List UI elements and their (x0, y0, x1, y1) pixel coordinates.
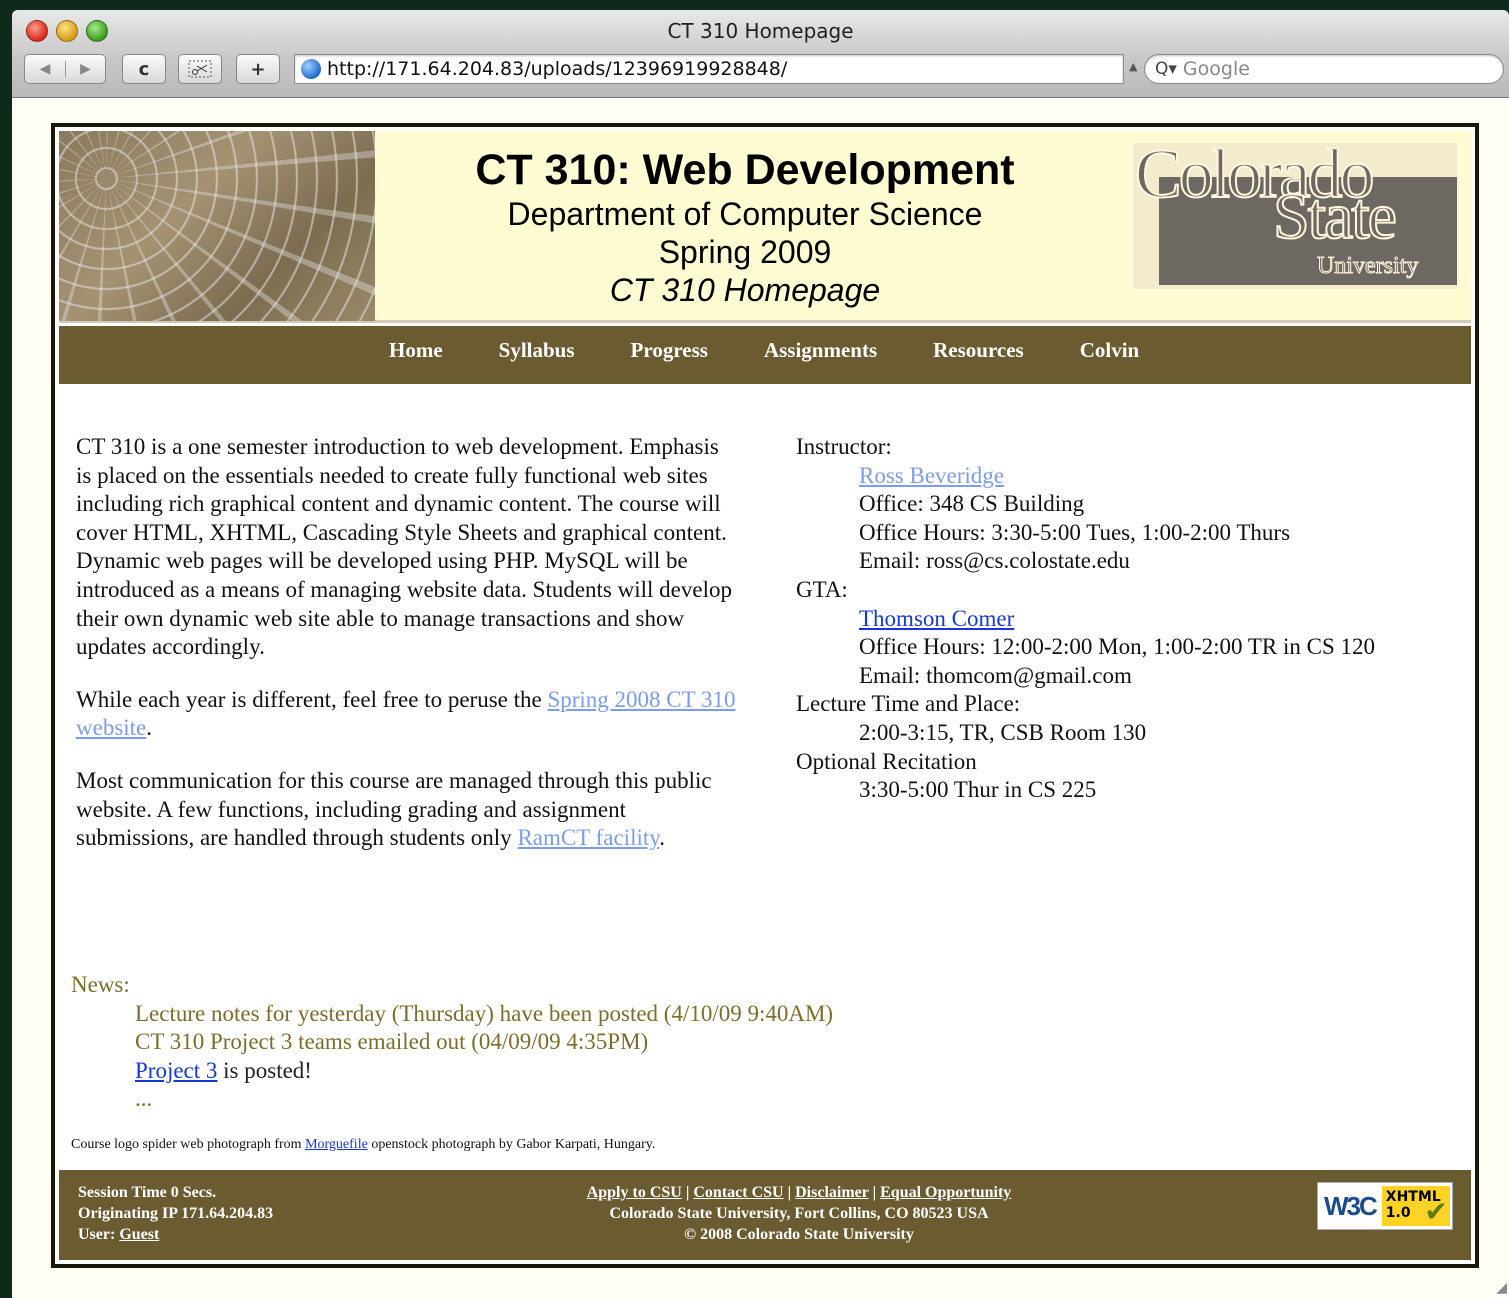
footer-links: Apply to CSU | Contact CSU | Disclaimer … (489, 1182, 1109, 1245)
credit-text: Course logo spider web photograph from (71, 1137, 306, 1152)
ramct-paragraph: Most communication for this course are m… (76, 767, 736, 853)
add-bookmark-button[interactable]: + (236, 54, 280, 84)
credit-text-after: openstock photograph by Gabor Karpati, H… (367, 1137, 656, 1152)
nav-home[interactable]: Home (389, 338, 443, 363)
instructor-link[interactable]: Ross Beveridge (859, 463, 1004, 488)
logo-state: State (1272, 179, 1398, 254)
forward-button[interactable]: ▶ (65, 61, 105, 77)
header-text: CT 310: Web Development Department of Co… (375, 145, 1115, 309)
gta-hours: Office Hours: 12:00-2:00 Mon, 1:00-2:00 … (859, 634, 1376, 660)
xhtml-validation-badge[interactable]: W3C XHTML 1.0 ✔ (1317, 1182, 1453, 1230)
globe-icon (301, 59, 321, 79)
instructor-email: Email: ross@cs.colostate.edu (859, 548, 1130, 574)
morguefile-link[interactable]: Morguefile (305, 1137, 368, 1152)
news-item: CT 310 Project 3 teams emailed out (04/0… (135, 1029, 649, 1055)
news-section: News: Lecture notes for yesterday (Thurs… (71, 971, 833, 1114)
nav-assignments[interactable]: Assignments (764, 338, 877, 363)
intro-paragraph: CT 310 is a one semester introduction to… (76, 434, 732, 660)
spider-web-photo (59, 131, 375, 321)
browser-toolbar: ◀ ▶ c + http://171.64.204.83/uploads/123… (12, 54, 1509, 88)
period: . (146, 715, 153, 741)
checkmark-icon: ✔ (1424, 1195, 1448, 1228)
search-icon: Q▾ (1155, 59, 1177, 79)
project-3-link[interactable]: Project 3 (135, 1058, 217, 1083)
instructor-office: Office: 348 CS Building (859, 491, 1085, 517)
period: . (659, 825, 665, 851)
gta-email: Email: thomcom@gmail.com (859, 662, 1132, 688)
previous-site-paragraph: While each year is different, feel free … (76, 686, 736, 743)
search-placeholder: Google (1182, 58, 1250, 80)
page-frame: CT 310: Web Development Department of Co… (51, 123, 1479, 1268)
term-label: Spring 2009 (658, 234, 832, 270)
footer-link-row: Apply to CSU | Contact CSU | Disclaimer … (489, 1182, 1109, 1203)
footer-address: Colorado State University, Fort Collins,… (609, 1205, 989, 1222)
user-line: User: Guest (78, 1224, 273, 1245)
instructor-label: Instructor: (796, 434, 892, 459)
browser-window: CT 310 Homepage ◀ ▶ c + http://171.64.20… (12, 10, 1509, 1298)
department-name: Department of Computer Science (507, 196, 983, 232)
news-more: ... (135, 1086, 153, 1112)
address-bar[interactable]: http://171.64.204.83/uploads/12396919928… (294, 54, 1124, 84)
previous-site-text: While each year is different, feel free … (76, 686, 548, 712)
nav-syllabus[interactable]: Syllabus (499, 338, 575, 363)
window-title: CT 310 Homepage (667, 19, 854, 43)
session-info: Session Time 0 Secs. Originating IP 171.… (78, 1182, 273, 1245)
site-title: CT 310: Web Development (475, 146, 1015, 194)
apply-link[interactable]: Apply to CSU (587, 1184, 682, 1201)
footer-copyright: © 2008 Colorado State University (684, 1226, 914, 1243)
contact-link[interactable]: Contact CSU (693, 1184, 783, 1201)
page-inner: CT 310: Web Development Department of Co… (59, 131, 1471, 1260)
news-label: News: (71, 972, 130, 997)
browser-titlebar: CT 310 Homepage ◀ ▶ c + http://171.64.20… (12, 10, 1509, 98)
news-item: Project 3 is posted! (71, 1057, 833, 1086)
chevron-up-icon[interactable]: ▲ (1129, 60, 1137, 73)
separator: | (681, 1184, 694, 1201)
nav-resources[interactable]: Resources (933, 338, 1024, 363)
w3c-logo: W3C (1324, 1190, 1378, 1221)
lecture-label: Lecture Time and Place: (796, 691, 1021, 717)
gta-label: GTA: (796, 576, 848, 602)
equal-opportunity-link[interactable]: Equal Opportunity (880, 1184, 1011, 1201)
recitation-value: 3:30-5:00 Thur in CS 225 (859, 777, 1097, 803)
news-item: Lecture notes for yesterday (Thursday) h… (135, 1000, 834, 1026)
originating-ip: Originating IP 171.64.204.83 (78, 1205, 274, 1222)
staff-info: Instructor: Ross Beveridge Office: 348 C… (796, 433, 1436, 805)
separator: | (783, 1184, 796, 1201)
news-item-text: is posted! (217, 1057, 312, 1083)
page-name: CT 310 Homepage (609, 272, 881, 308)
site-footer: Session Time 0 Secs. Originating IP 171.… (59, 1170, 1471, 1260)
snippet-button[interactable] (178, 54, 222, 84)
csu-logo[interactable]: Colorado State University (1133, 135, 1457, 289)
logo-university: University (1316, 253, 1419, 280)
user-label: User: (78, 1226, 120, 1243)
xhtml-label: XHTML 1.0 ✔ (1381, 1186, 1450, 1228)
reload-button[interactable]: c (122, 54, 166, 84)
resize-grip-icon[interactable]: ◢ (1496, 1280, 1507, 1296)
photo-credit: Course logo spider web photograph from M… (71, 1137, 655, 1153)
recitation-label: Optional Recitation (796, 748, 977, 774)
url-text: http://171.64.204.83/uploads/12396919928… (327, 58, 788, 80)
back-forward-buttons: ◀ ▶ (24, 54, 106, 84)
back-button[interactable]: ◀ (25, 61, 65, 77)
instructor-hours: Office Hours: 3:30-5:00 Tues, 1:00-2:00 … (859, 519, 1291, 545)
session-time: Session Time 0 Secs. (78, 1184, 217, 1201)
web-page: CT 310: Web Development Department of Co… (12, 99, 1509, 1298)
ramct-link[interactable]: RamCT facility (517, 825, 659, 850)
course-description: CT 310 is a one semester introduction to… (76, 433, 736, 877)
scissors-icon (188, 60, 212, 78)
lecture-value: 2:00-3:15, TR, CSB Room 130 (859, 719, 1147, 745)
main-nav: Home Syllabus Progress Assignments Resou… (59, 326, 1471, 384)
separator: | (868, 1184, 881, 1201)
gta-link[interactable]: Thomson Comer (859, 606, 1014, 631)
nav-colvin[interactable]: Colvin (1080, 338, 1140, 363)
disclaimer-link[interactable]: Disclaimer (795, 1184, 868, 1201)
site-header: CT 310: Web Development Department of Co… (59, 131, 1471, 323)
nav-progress[interactable]: Progress (631, 338, 708, 363)
guest-link[interactable]: Guest (119, 1226, 159, 1243)
search-field[interactable]: Q▾ Google (1144, 54, 1504, 84)
